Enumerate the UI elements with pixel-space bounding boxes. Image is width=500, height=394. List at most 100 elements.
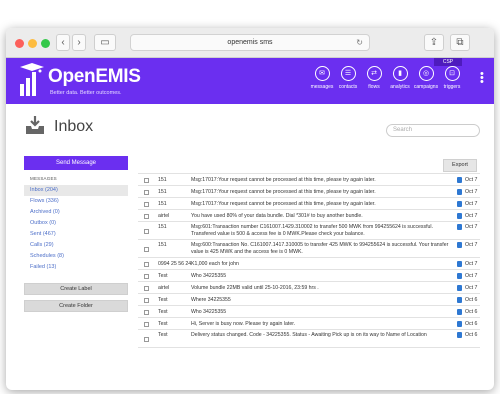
table-row[interactable]: 151 Msg:17017:Your request cannot be proc…	[138, 186, 480, 198]
message-flag-icon[interactable]	[457, 212, 462, 219]
sidebar-toggle-button[interactable]: ▭	[94, 34, 116, 51]
message-date: Oct 7	[465, 200, 478, 207]
row-checkbox[interactable]	[144, 309, 149, 315]
message-date: Oct 7	[465, 224, 478, 230]
row-checkbox[interactable]	[144, 177, 149, 183]
row-checkbox[interactable]	[144, 285, 149, 291]
messages-table: 151 Msg:17017:Your request cannot be proc…	[138, 173, 480, 348]
message-text: Msg:17017:Your request cannot be process…	[191, 200, 376, 207]
nav-messages[interactable]: ✉ messages	[308, 66, 336, 90]
export-button[interactable]: Export	[443, 159, 477, 172]
zoom-window-button[interactable]	[41, 39, 50, 48]
message-sender: 151	[158, 200, 167, 207]
message-sender: Test	[158, 332, 168, 338]
table-row[interactable]: Test Who 34225355 Oct 7	[138, 270, 480, 282]
message-sender: 151	[158, 176, 167, 183]
nav-contacts[interactable]: ☰ contacts	[334, 66, 362, 90]
row-checkbox[interactable]	[144, 261, 149, 267]
message-flag-icon[interactable]	[457, 332, 462, 338]
message-flag-icon[interactable]	[457, 320, 462, 327]
message-sender: 151	[158, 188, 167, 195]
message-text: Msg:601:Transaction number C161007.1429.…	[191, 224, 434, 237]
row-checkbox[interactable]	[144, 213, 149, 219]
nav-flows[interactable]: ⇄ flows	[360, 66, 388, 90]
sidebar-folder[interactable]: Archived (0)	[24, 207, 128, 218]
row-checkbox[interactable]	[144, 273, 149, 279]
nav-triggers[interactable]: ⊡ triggers	[438, 66, 466, 90]
sidebar-folder[interactable]: Sent (467)	[24, 229, 128, 240]
sidebar-folder[interactable]: Flows (336)	[24, 196, 128, 207]
contacts-icon: ☰	[340, 66, 356, 81]
table-row[interactable]: Test Who 34225355 Oct 6	[138, 306, 480, 318]
inbox-tray-icon	[26, 116, 44, 134]
address-bar[interactable]: openemis sms ↻	[130, 34, 370, 51]
message-sender: 0994 25 56 24	[158, 260, 192, 267]
table-row[interactable]: airtel You have used 80% of your data bun…	[138, 210, 480, 222]
nav-label: contacts	[338, 84, 358, 90]
flows-icon: ⇄	[366, 66, 382, 81]
message-date: Oct 6	[465, 308, 478, 315]
back-button[interactable]: ‹	[56, 34, 70, 51]
table-row[interactable]: 151 Msg:600:Transaction No. C161007.1417.…	[138, 240, 480, 258]
message-text: Who 34225355	[191, 272, 227, 279]
message-flag-icon[interactable]	[457, 272, 462, 279]
table-row[interactable]: airtel Volume bundle 22MB valid until 25-…	[138, 282, 480, 294]
more-menu-icon[interactable]: • • •	[480, 69, 484, 88]
csp-tab[interactable]: CSP	[434, 58, 462, 66]
row-checkbox[interactable]	[144, 201, 149, 207]
sidebar-folder[interactable]: Schedules (8)	[24, 251, 128, 262]
message-text: Where 34225355	[191, 296, 231, 303]
message-date: Oct 6	[465, 296, 478, 303]
message-sender: 151	[158, 242, 167, 248]
browser-window: ‹ › ▭ openemis sms ↻ ⇪ ⧉ OpenEMIS Better…	[6, 28, 494, 390]
message-date: Oct 6	[465, 332, 478, 338]
tabs-button[interactable]: ⧉	[450, 34, 470, 51]
sidebar-folder[interactable]: Inbox (204)	[24, 185, 128, 196]
sidebar-folder[interactable]: Failed (13)	[24, 262, 128, 273]
message-flag-icon[interactable]	[457, 284, 462, 291]
forward-button[interactable]: ›	[72, 34, 86, 51]
nav-analytics[interactable]: ▮ analytics	[386, 66, 414, 90]
logo-tagline: Better data. Better outcomes.	[50, 90, 122, 96]
nav-label: messages	[310, 84, 334, 90]
share-button[interactable]: ⇪	[424, 34, 444, 51]
message-flag-icon[interactable]	[457, 188, 462, 195]
message-flag-icon[interactable]	[457, 224, 462, 230]
row-checkbox[interactable]	[144, 189, 149, 195]
message-text: Msg:600:Transaction No. C161007.1417.310…	[191, 242, 449, 255]
browser-toolbar: ‹ › ▭ openemis sms ↻ ⇪ ⧉	[6, 28, 494, 58]
row-checkbox[interactable]	[144, 228, 149, 234]
message-flag-icon[interactable]	[457, 308, 462, 315]
table-row[interactable]: Test Where 34225355 Oct 6	[138, 294, 480, 306]
table-row[interactable]: 151 Msg:17017:Your request cannot be proc…	[138, 174, 480, 186]
close-window-button[interactable]	[15, 39, 24, 48]
table-row[interactable]: Test Hi, Server is busy now. Please try a…	[138, 318, 480, 330]
row-checkbox[interactable]	[144, 246, 149, 252]
row-checkbox[interactable]	[144, 336, 149, 342]
message-flag-icon[interactable]	[457, 176, 462, 183]
table-row[interactable]: 151 Msg:17017:Your request cannot be proc…	[138, 198, 480, 210]
search-input[interactable]: Search	[386, 124, 480, 137]
sidebar-folder[interactable]: Calls (29)	[24, 240, 128, 251]
sidebar: Send Message MESSAGES Inbox (204) Flows (…	[24, 156, 128, 312]
row-checkbox[interactable]	[144, 297, 149, 303]
table-row[interactable]: Test Delivery status changed. Code - 3422…	[138, 330, 480, 348]
message-sender: Test	[158, 272, 168, 279]
message-flag-icon[interactable]	[457, 200, 462, 207]
send-message-button[interactable]: Send Message	[24, 156, 128, 170]
message-flag-icon[interactable]	[457, 242, 462, 248]
create-label-button[interactable]: Create Label	[24, 283, 128, 295]
message-date: Oct 7	[465, 188, 478, 195]
table-row[interactable]: 151 Msg:601:Transaction number C161007.14…	[138, 222, 480, 240]
nav-campaigns[interactable]: ◎ campaigns	[412, 66, 440, 90]
reload-icon[interactable]: ↻	[356, 35, 363, 50]
message-date: Oct 7	[465, 284, 478, 291]
row-checkbox[interactable]	[144, 321, 149, 327]
message-flag-icon[interactable]	[457, 296, 462, 303]
table-row[interactable]: 0994 25 56 24 K1,000 each for john Oct 7	[138, 258, 480, 270]
minimize-window-button[interactable]	[28, 39, 37, 48]
sidebar-folder[interactable]: Outbox (0)	[24, 218, 128, 229]
message-flag-icon[interactable]	[457, 260, 462, 267]
create-folder-button[interactable]: Create Folder	[24, 300, 128, 312]
triggers-icon: ⊡	[444, 66, 460, 81]
